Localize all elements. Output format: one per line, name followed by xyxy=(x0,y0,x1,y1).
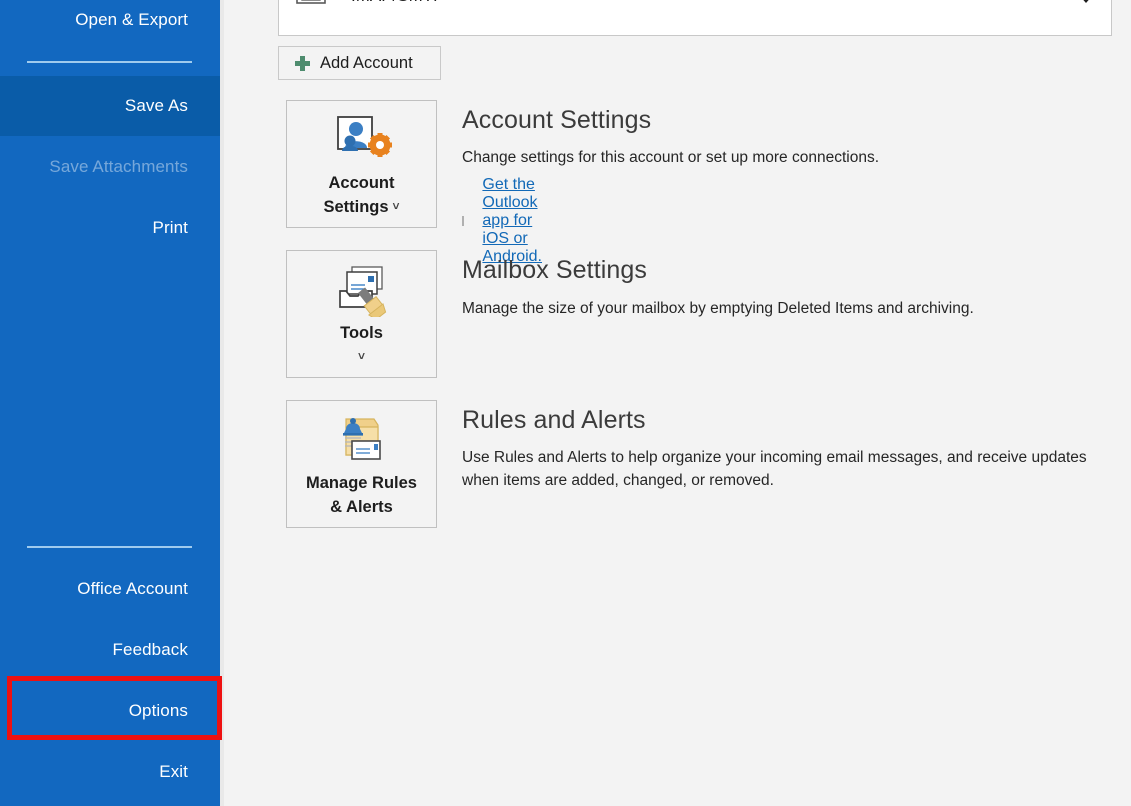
sidebar-item-label: Open & Export xyxy=(75,10,188,29)
mailbox-settings-description: Manage the size of your mailbox by empty… xyxy=(462,300,974,317)
manage-rules-alerts-tile-label: Manage Rules & Alerts xyxy=(306,472,417,520)
sidebar-item-label: Office Account xyxy=(77,579,188,598)
sidebar-item-print[interactable]: Print xyxy=(0,198,220,258)
tile-label-line2: Settings xyxy=(323,197,389,216)
account-selector[interactable]: IMAP/SMTP xyxy=(278,0,1112,36)
rules-alerts-icon xyxy=(332,415,392,472)
sidebar-item-label: Options xyxy=(128,701,188,720)
account-name: IMAP/SMTP xyxy=(351,0,445,6)
manage-rules-alerts-tile[interactable]: Manage Rules & Alerts xyxy=(286,400,437,528)
backstage-sidebar: Open & Export Save As Save Attachments P… xyxy=(0,0,220,806)
tile-label-line1: Tools xyxy=(340,324,383,342)
mail-account-icon xyxy=(293,0,339,17)
tools-tile-label: Tools ˅ xyxy=(340,322,383,367)
sidebar-item-save-as[interactable]: Save As xyxy=(0,76,220,136)
add-account-label: Add Account xyxy=(320,53,413,72)
sidebar-item-feedback[interactable]: Feedback xyxy=(0,620,220,680)
account-settings-icon xyxy=(332,115,392,172)
sidebar-item-office-account[interactable]: Office Account xyxy=(0,559,220,619)
sidebar-item-label: Save As xyxy=(124,96,188,115)
outlook-app-row: Get the Outlook app for iOS or Android. xyxy=(462,176,550,266)
plus-icon xyxy=(295,55,310,71)
sidebar-divider-bottom xyxy=(27,546,192,548)
bullet-icon xyxy=(462,216,465,226)
tile-label-line1: Account xyxy=(328,174,395,192)
tile-label-line2: & Alerts xyxy=(330,497,393,516)
account-settings-description: Change settings for this account or set … xyxy=(462,149,880,166)
chevron-down-icon[interactable] xyxy=(1079,0,1093,3)
account-settings-title: Account Settings xyxy=(462,106,652,134)
sidebar-item-open-export[interactable]: Open & Export xyxy=(0,0,220,50)
mailbox-settings-title: Mailbox Settings xyxy=(462,256,648,284)
sidebar-item-label: Print xyxy=(152,218,188,237)
sidebar-item-save-attachments: Save Attachments xyxy=(0,137,220,197)
sidebar-item-label: Save Attachments xyxy=(49,157,188,176)
outlook-app-link[interactable]: Get the Outlook app for iOS or Android. xyxy=(482,176,549,266)
sidebar-item-label: Exit xyxy=(159,762,188,781)
sidebar-item-label: Feedback xyxy=(112,640,188,659)
tools-icon xyxy=(332,265,392,322)
tile-label-line1: Manage Rules xyxy=(306,474,417,492)
chevron-down-icon[interactable]: ˅ xyxy=(340,348,383,365)
tools-tile[interactable]: Tools ˅ xyxy=(286,250,437,378)
rules-alerts-description: Use Rules and Alerts to help organize yo… xyxy=(462,449,1087,490)
account-settings-tile[interactable]: Account Settings ˅ xyxy=(286,100,437,228)
add-account-button[interactable]: Add Account xyxy=(278,46,441,80)
sidebar-item-options[interactable]: Options xyxy=(0,681,220,741)
chevron-down-icon[interactable]: ˅ xyxy=(393,198,400,215)
account-settings-tile-label: Account Settings ˅ xyxy=(323,172,399,220)
rules-alerts-title: Rules and Alerts xyxy=(462,406,646,434)
sidebar-divider-top xyxy=(27,61,192,63)
sidebar-item-exit[interactable]: Exit xyxy=(0,742,220,802)
backstage-content: IMAP/SMTP Add Account xyxy=(230,0,1131,806)
